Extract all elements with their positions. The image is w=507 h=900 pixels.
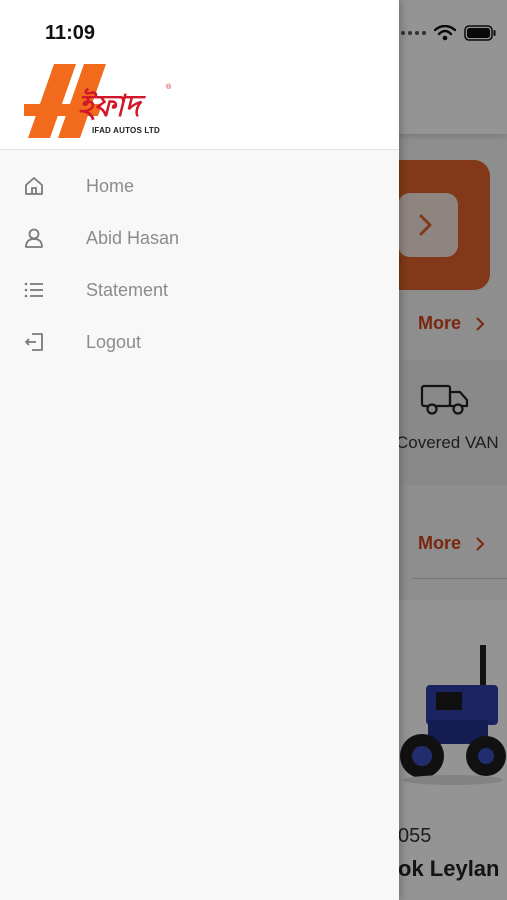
drawer-menu: Home Abid Hasan Statement Logout [0, 160, 399, 368]
menu-label-home: Home [86, 175, 135, 196]
home-icon [22, 174, 46, 198]
navigation-drawer: 11:09 ইফাদ ® IFAD AUTOS LTD Home Abid Ha… [0, 0, 399, 900]
menu-label-statement: Statement [86, 279, 169, 300]
list-icon [22, 278, 46, 302]
logo-company-name: IFAD AUTOS LTD [92, 126, 160, 135]
status-time: 11:09 [45, 22, 96, 44]
drawer-header: 11:09 ইফাদ ® IFAD AUTOS LTD [0, 0, 399, 150]
menu-label-logout: Logout [86, 331, 142, 352]
menu-label-profile: Abid Hasan [86, 227, 180, 248]
menu-item-home[interactable]: Home [0, 160, 399, 212]
menu-item-statement[interactable]: Statement [0, 264, 399, 316]
menu-item-profile[interactable]: Abid Hasan [0, 212, 399, 264]
menu-item-logout[interactable]: Logout [0, 316, 399, 368]
user-icon [22, 226, 46, 250]
logout-icon [22, 330, 46, 354]
registered-mark: ® [166, 84, 172, 91]
